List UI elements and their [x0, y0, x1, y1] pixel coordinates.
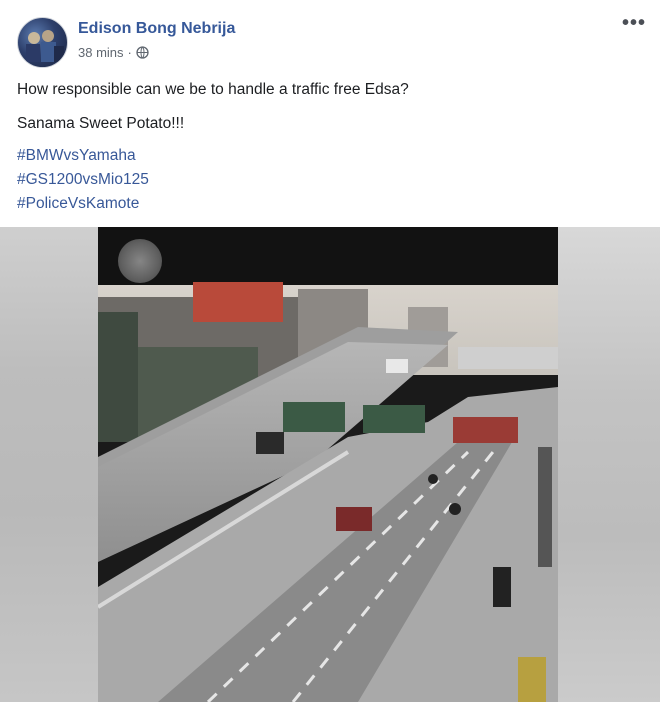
video-player[interactable] [98, 227, 558, 702]
media-blur-right [558, 227, 660, 702]
post-media[interactable] [0, 227, 660, 702]
video-frame [98, 227, 558, 702]
post-line-2: Sanama Sweet Potato!!! [17, 115, 185, 132]
meta-separator: · [127, 45, 132, 60]
post-line-1: How responsible can we be to handle a tr… [17, 81, 409, 98]
globe-icon[interactable] [136, 46, 149, 59]
hashtag-link[interactable]: #BMWvsYamaha [17, 144, 149, 168]
hashtag-link[interactable]: #PoliceVsKamote [17, 192, 149, 216]
post-meta: 38 mins · [78, 45, 149, 60]
hashtag-list: #BMWvsYamaha #GS1200vsMio125 #PoliceVsKa… [17, 144, 149, 216]
media-blur-left [0, 227, 98, 702]
avatar[interactable] [17, 17, 68, 68]
post-time[interactable]: 38 mins [78, 45, 124, 60]
author-name[interactable]: Edison Bong Nebrija [78, 20, 235, 38]
hashtag-link[interactable]: #GS1200vsMio125 [17, 168, 149, 192]
more-options-icon[interactable]: ••• [622, 13, 646, 33]
post-header: Edison Bong Nebrija 38 mins · ••• [0, 0, 660, 70]
play-icon[interactable] [118, 239, 162, 283]
avatar-image [26, 30, 64, 62]
